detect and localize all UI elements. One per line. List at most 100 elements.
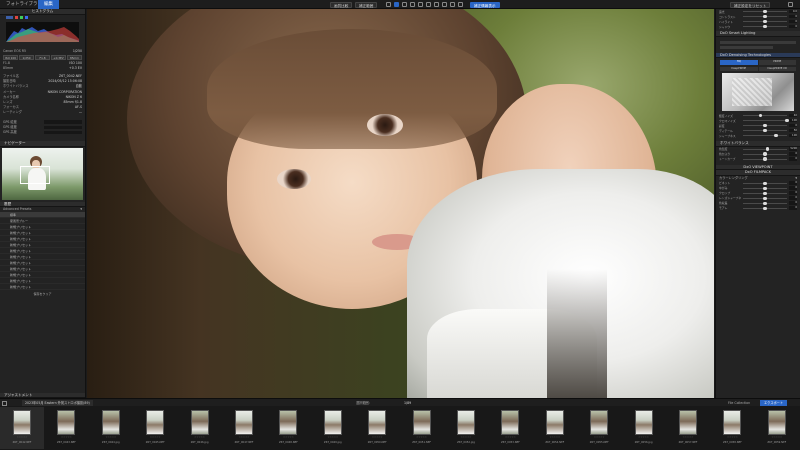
slider-knob[interactable]	[763, 157, 767, 161]
filmstrip-thumb[interactable]: ☆☆☆☆☆ Z6T_0046.jpg	[178, 407, 222, 449]
watermark-icon[interactable]	[442, 2, 447, 7]
filmstrip-thumb[interactable]: ☆☆☆☆☆ Z6T_0054.NEF	[533, 407, 577, 449]
rating-stars[interactable]: ☆☆☆☆☆	[755, 436, 799, 439]
filmstrip-thumb[interactable]: ☆☆☆☆☆ Z6T_0055.NEF	[577, 407, 621, 449]
slider-knob[interactable]	[785, 118, 789, 123]
rating-stars[interactable]: ☆☆☆☆☆	[666, 436, 710, 439]
slider-track[interactable]	[743, 186, 787, 190]
tab-customize[interactable]: 編集	[38, 0, 59, 9]
slider-value[interactable]: 0	[789, 201, 797, 205]
pointer-icon[interactable]	[394, 2, 399, 7]
slider-value[interactable]: 0.0	[789, 9, 797, 14]
filmstrip-thumb[interactable]: ☆☆☆☆☆ Z6T_0049.jpg	[311, 407, 355, 449]
correction-info-button[interactable]: 補正情報表示	[470, 1, 500, 8]
filmstrip-thumb[interactable]: ☆☆☆☆☆ Z6T_0058.NEF	[710, 407, 754, 449]
slider-track[interactable]	[743, 19, 787, 24]
slider-knob[interactable]	[763, 24, 767, 29]
slider-knob[interactable]	[763, 186, 767, 190]
slider-knob[interactable]	[763, 128, 767, 133]
slider-track[interactable]	[743, 128, 787, 133]
slider-knob[interactable]	[763, 152, 767, 156]
slider-value[interactable]: 0	[789, 186, 797, 190]
rating-stars[interactable]: ☆☆☆☆☆	[44, 436, 88, 439]
slider-value[interactable]: 0	[789, 157, 797, 161]
slider-knob[interactable]	[774, 133, 778, 138]
slider-value[interactable]: 0	[789, 123, 797, 128]
filmstrip-thumb[interactable]: ☆☆☆☆☆ Z6T_0051.NEF	[400, 407, 444, 449]
slider-knob[interactable]	[763, 191, 767, 195]
rating-stars[interactable]: ☆☆☆☆☆	[89, 436, 133, 439]
rating-stars[interactable]: ☆☆☆☆☆	[622, 436, 666, 439]
rating-stars[interactable]: ☆☆☆☆☆	[444, 436, 488, 439]
slider-value[interactable]: 0	[789, 196, 797, 200]
slider-track[interactable]	[743, 191, 787, 195]
rating-stars[interactable]: ☆☆☆☆☆	[0, 436, 44, 439]
rating-stars[interactable]: ☆☆☆☆☆	[222, 436, 266, 439]
rating-stars[interactable]: ☆☆☆☆☆	[577, 436, 621, 439]
filmstrip-thumb[interactable]: ☆☆☆☆☆ Z6T_0048.NEF	[266, 407, 310, 449]
slider-track[interactable]	[743, 196, 787, 200]
slider-knob[interactable]	[763, 196, 767, 200]
denoise-preview[interactable]	[722, 73, 794, 111]
rating-stars[interactable]: ☆☆☆☆☆	[133, 436, 177, 439]
slider-value[interactable]: 100	[789, 133, 797, 138]
clear-history-button[interactable]: 保存をクリア	[0, 292, 85, 296]
slider-track[interactable]	[743, 24, 787, 29]
slider-knob[interactable]	[763, 206, 767, 210]
slider-track[interactable]	[743, 206, 787, 210]
slider-knob[interactable]	[763, 9, 767, 14]
image-viewer[interactable]	[87, 9, 714, 398]
filmstrip-thumb[interactable]: ☆☆☆☆☆ Z6T_0047.NEF	[222, 407, 266, 449]
rating-stars[interactable]: ☆☆☆☆☆	[488, 436, 532, 439]
nav-view-rect[interactable]	[20, 165, 50, 184]
slider-value[interactable]: 50	[789, 128, 797, 133]
denoise-mode-deepprime-xd[interactable]: DeepPRIME XD	[758, 66, 796, 71]
filter-icon[interactable]	[2, 400, 7, 406]
filmstrip-thumb[interactable]: ☆☆☆☆☆ Z6T_0042.NEF	[0, 407, 44, 449]
rating-stars[interactable]: ☆☆☆☆☆	[533, 436, 577, 439]
slider-track[interactable]	[743, 113, 787, 118]
adjust-slider[interactable]: モアレ 0	[716, 206, 800, 211]
perspective-icon[interactable]	[410, 2, 415, 7]
rating-stars[interactable]: ☆☆☆☆☆	[400, 436, 444, 439]
grid-icon[interactable]	[450, 2, 455, 7]
slider-track[interactable]	[743, 157, 787, 161]
filmstrip-thumb[interactable]: ☆☆☆☆☆ Z6T_0052.jpg	[444, 407, 488, 449]
crop-icon[interactable]	[386, 2, 391, 7]
reset-correction-button[interactable]: 補正設定をリセット	[730, 1, 771, 8]
filmstrip-thumb[interactable]: ☆☆☆☆☆ Z6T_0043.NEF	[44, 407, 88, 449]
rgb-toggle[interactable]	[6, 15, 13, 19]
denoise-mode-prime[interactable]: PRIME	[758, 60, 796, 65]
filmstrip-thumb[interactable]: ☆☆☆☆☆ Z6T_0045.NEF	[133, 407, 177, 449]
slider-track[interactable]	[743, 147, 787, 151]
rating-stars[interactable]: ☆☆☆☆☆	[710, 436, 754, 439]
slider-value[interactable]: 0	[789, 181, 797, 185]
slider-track[interactable]	[743, 118, 789, 123]
fit-icon[interactable]	[458, 2, 463, 7]
straighten-icon[interactable]	[402, 2, 407, 7]
rating-stars[interactable]: ☆☆☆☆☆	[266, 436, 310, 439]
slider-knob[interactable]	[763, 201, 767, 205]
correction-range-button[interactable]: 補正範囲	[355, 1, 378, 8]
slider-track[interactable]	[743, 14, 787, 19]
slider-value[interactable]: 0	[789, 206, 797, 210]
slider-value[interactable]: 0	[789, 24, 797, 29]
slider-track[interactable]	[743, 181, 787, 185]
slider-value[interactable]: 0	[789, 14, 797, 19]
slider-knob[interactable]	[763, 19, 767, 24]
red-eye-icon[interactable]	[418, 2, 423, 7]
slider-track[interactable]	[743, 9, 787, 14]
slider-knob[interactable]	[763, 181, 767, 185]
filmstrip-thumb[interactable]: ☆☆☆☆☆ Z6T_0050.NEF	[355, 407, 399, 449]
compare-button[interactable]: 画質比較	[330, 1, 353, 8]
filmstrip-thumb[interactable]: ☆☆☆☆☆ Z6T_0057.NEF	[666, 407, 710, 449]
filmstrip-thumb[interactable]: ☆☆☆☆☆ Z6T_0044.jpg	[89, 407, 133, 449]
slider-value[interactable]: 40	[789, 113, 797, 118]
slider-value[interactable]: 5200	[789, 147, 797, 151]
red-toggle[interactable]	[15, 15, 18, 19]
filmstrip-thumb[interactable]: ☆☆☆☆☆ Z6T_0056.jpg	[622, 407, 666, 449]
rating-stars[interactable]: ☆☆☆☆☆	[311, 436, 355, 439]
green-toggle[interactable]	[20, 15, 23, 19]
slider-knob[interactable]	[765, 147, 769, 151]
local-adjust-icon[interactable]	[434, 2, 439, 7]
